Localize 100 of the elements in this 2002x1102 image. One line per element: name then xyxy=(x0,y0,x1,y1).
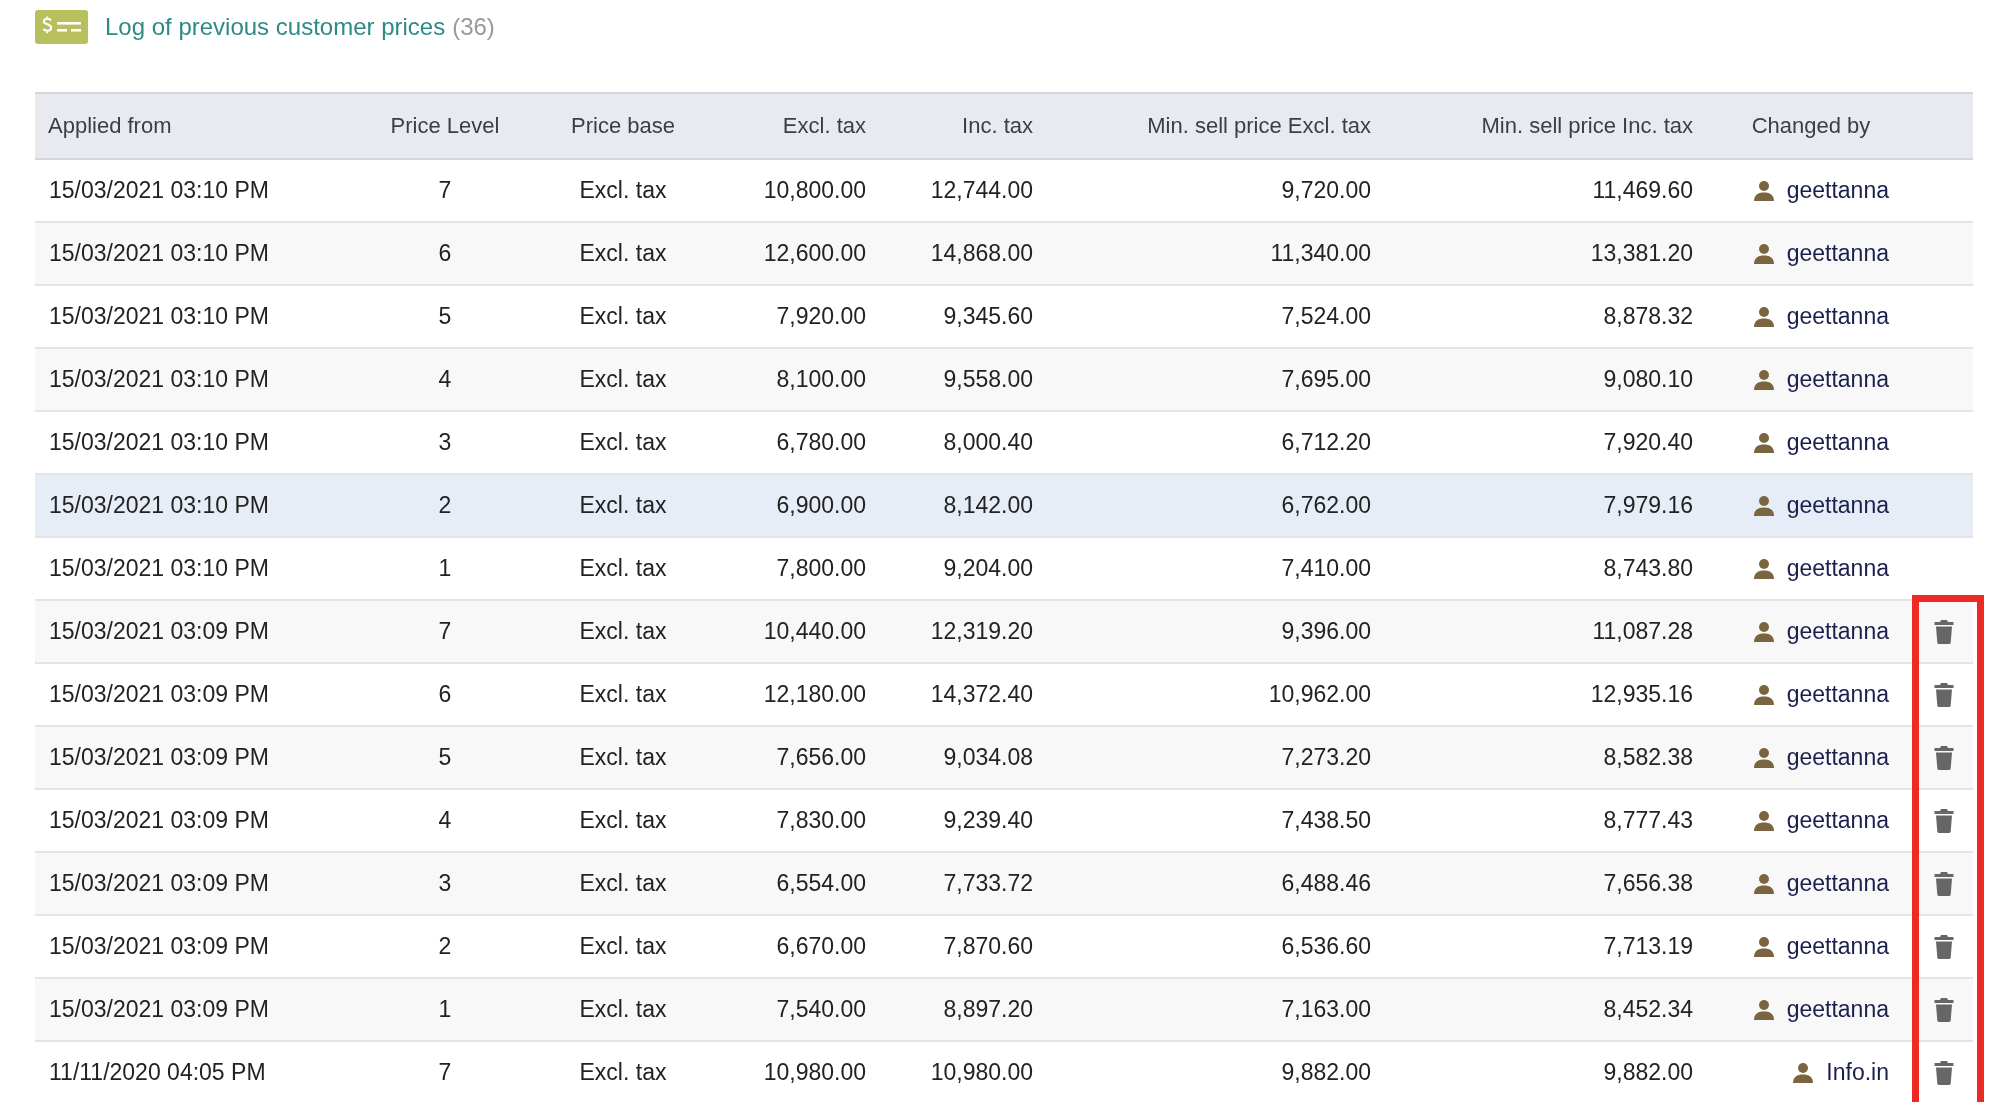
table-cell-text: 6,488.46 xyxy=(1280,869,1372,898)
table-cell-text: 12,935.16 xyxy=(1589,680,1694,709)
table-cell-text: 7,920.00 xyxy=(775,302,867,331)
table-cell-text: 8,878.32 xyxy=(1602,302,1694,331)
column-header: Min. sell price Excl. tax xyxy=(1146,112,1372,140)
user-icon xyxy=(1752,242,1775,265)
user-link[interactable]: geettanna xyxy=(1786,366,1889,393)
table-cell-text: 2 xyxy=(437,491,453,520)
table-row[interactable]: 15/03/2021 03:09 PM 3 Excl. tax 6,554.00 7,733.72 6,488.46 7,656.38 geettanna xyxy=(35,853,1973,916)
user-icon xyxy=(1752,305,1775,328)
trash-icon xyxy=(1934,871,1954,896)
table-cell-text: Excl. tax xyxy=(578,239,668,268)
trash-icon xyxy=(1934,1060,1954,1085)
table-cell-text: 6,670.00 xyxy=(775,932,867,961)
table-cell-text: 7 xyxy=(437,1058,453,1087)
user-link[interactable]: geettanna xyxy=(1786,870,1889,897)
table-cell-text: 7,830.00 xyxy=(775,806,867,835)
table-cell-text: 15/03/2021 03:09 PM xyxy=(48,743,270,772)
table-cell-text: 11/11/2020 04:05 PM xyxy=(48,1058,267,1087)
user-icon xyxy=(1752,998,1775,1021)
table-cell-text: Excl. tax xyxy=(578,995,668,1024)
table-cell-text: 4 xyxy=(437,365,453,394)
user-icon xyxy=(1752,368,1775,391)
table-cell-text: 8,142.00 xyxy=(942,491,1034,520)
table-cell-text: 9,204.00 xyxy=(942,554,1034,583)
table-cell-text: 8,743.80 xyxy=(1602,554,1694,583)
table-row[interactable]: 15/03/2021 03:09 PM 1 Excl. tax 7,540.00 8,897.20 7,163.00 8,452.34 geettanna xyxy=(35,979,1973,1042)
table-cell-text: Excl. tax xyxy=(578,617,668,646)
table-cell-text: 2 xyxy=(437,932,453,961)
table-cell-text: 5 xyxy=(437,743,453,772)
table-cell-text: 9,080.10 xyxy=(1602,365,1694,394)
table-cell-text: 8,582.38 xyxy=(1602,743,1694,772)
trash-icon xyxy=(1934,808,1954,833)
user-link[interactable]: geettanna xyxy=(1786,240,1889,267)
table-cell-text: 15/03/2021 03:09 PM xyxy=(48,869,270,898)
user-link[interactable]: geettanna xyxy=(1786,555,1889,582)
table-cell-text: 9,882.00 xyxy=(1602,1058,1694,1087)
section-title: Log of previous customer prices xyxy=(105,13,446,40)
table-cell-text: 1 xyxy=(437,995,453,1024)
user-link[interactable]: geettanna xyxy=(1786,429,1889,456)
table-row[interactable]: 15/03/2021 03:10 PM 6 Excl. tax 12,600.00 14,868.00 11,340.00 13,381.20 geettanna xyxy=(35,223,1973,286)
table-cell-text: Excl. tax xyxy=(578,365,668,394)
price-list-icon xyxy=(35,10,88,44)
user-link[interactable]: geettanna xyxy=(1786,996,1889,1023)
user-link[interactable]: geettanna xyxy=(1786,807,1889,834)
user-link[interactable]: geettanna xyxy=(1786,744,1889,771)
column-header: Min. sell price Inc. tax xyxy=(1480,112,1694,140)
table-cell-text: 3 xyxy=(437,428,453,457)
table-cell-text: 15/03/2021 03:10 PM xyxy=(48,176,270,205)
table-cell-text: 13,381.20 xyxy=(1589,239,1694,268)
table-cell-text: 10,980.00 xyxy=(762,1058,867,1087)
user-link[interactable]: geettanna xyxy=(1786,933,1889,960)
trash-icon xyxy=(1934,997,1954,1022)
user-link[interactable]: geettanna xyxy=(1786,303,1889,330)
table-cell-text: 6,762.00 xyxy=(1280,491,1372,520)
user-link[interactable]: geettanna xyxy=(1786,177,1889,204)
table-cell-text: 12,180.00 xyxy=(762,680,867,709)
table-cell-text: 11,340.00 xyxy=(1269,239,1372,268)
trash-icon xyxy=(1934,934,1954,959)
user-icon xyxy=(1752,620,1775,643)
user-icon xyxy=(1752,683,1775,706)
table-cell-text: 9,720.00 xyxy=(1280,176,1372,205)
table-cell-text: 6,780.00 xyxy=(775,428,867,457)
table-cell-text: 7 xyxy=(437,176,453,205)
column-header: Changed by xyxy=(1750,112,1872,140)
table-cell-text: 5 xyxy=(437,302,453,331)
table-cell-text: 6 xyxy=(437,239,453,268)
table-cell-text: 15/03/2021 03:09 PM xyxy=(48,995,270,1024)
table-cell-text: 6,536.60 xyxy=(1280,932,1372,961)
user-icon xyxy=(1752,809,1775,832)
table-row[interactable]: 15/03/2021 03:09 PM 7 Excl. tax 10,440.00 12,319.20 9,396.00 11,087.28 geettanna xyxy=(35,601,1973,664)
table-cell-text: Excl. tax xyxy=(578,806,668,835)
table-cell-text: Excl. tax xyxy=(578,302,668,331)
table-cell-text: 7,540.00 xyxy=(775,995,867,1024)
trash-icon xyxy=(1934,682,1954,707)
trash-icon xyxy=(1934,619,1954,644)
user-link[interactable]: Info.in xyxy=(1826,1059,1889,1086)
table-cell-text: 15/03/2021 03:10 PM xyxy=(48,428,270,457)
table-row[interactable]: 15/03/2021 03:09 PM 5 Excl. tax 7,656.00 9,034.08 7,273.20 8,582.38 geettanna xyxy=(35,727,1973,790)
user-link[interactable]: geettanna xyxy=(1786,492,1889,519)
table-cell-text: 6,900.00 xyxy=(775,491,867,520)
user-link[interactable]: geettanna xyxy=(1786,618,1889,645)
user-icon xyxy=(1752,935,1775,958)
user-icon xyxy=(1752,746,1775,769)
user-icon xyxy=(1792,1061,1815,1084)
trash-icon xyxy=(1934,745,1954,770)
table-row[interactable]: 15/03/2021 03:10 PM 2 Excl. tax 6,900.00 8,142.00 6,762.00 7,979.16 geettanna xyxy=(35,475,1973,538)
table-cell-text: 11,469.60 xyxy=(1591,176,1694,205)
table-cell-text: Excl. tax xyxy=(578,869,668,898)
table-row[interactable]: 15/03/2021 03:10 PM 4 Excl. tax 8,100.00 9,558.00 7,695.00 9,080.10 geettanna xyxy=(35,349,1973,412)
table-cell-text: 15/03/2021 03:10 PM xyxy=(48,491,270,520)
table-cell-text: Excl. tax xyxy=(578,176,668,205)
user-icon xyxy=(1752,557,1775,580)
table-cell-text: 9,239.40 xyxy=(942,806,1034,835)
table-cell-text: 8,100.00 xyxy=(775,365,867,394)
table-cell-text: 6,712.20 xyxy=(1280,428,1372,457)
user-link[interactable]: geettanna xyxy=(1786,681,1889,708)
table-cell-text: 7,163.00 xyxy=(1280,995,1372,1024)
user-icon xyxy=(1752,494,1775,517)
column-header: Price Level xyxy=(389,112,501,140)
